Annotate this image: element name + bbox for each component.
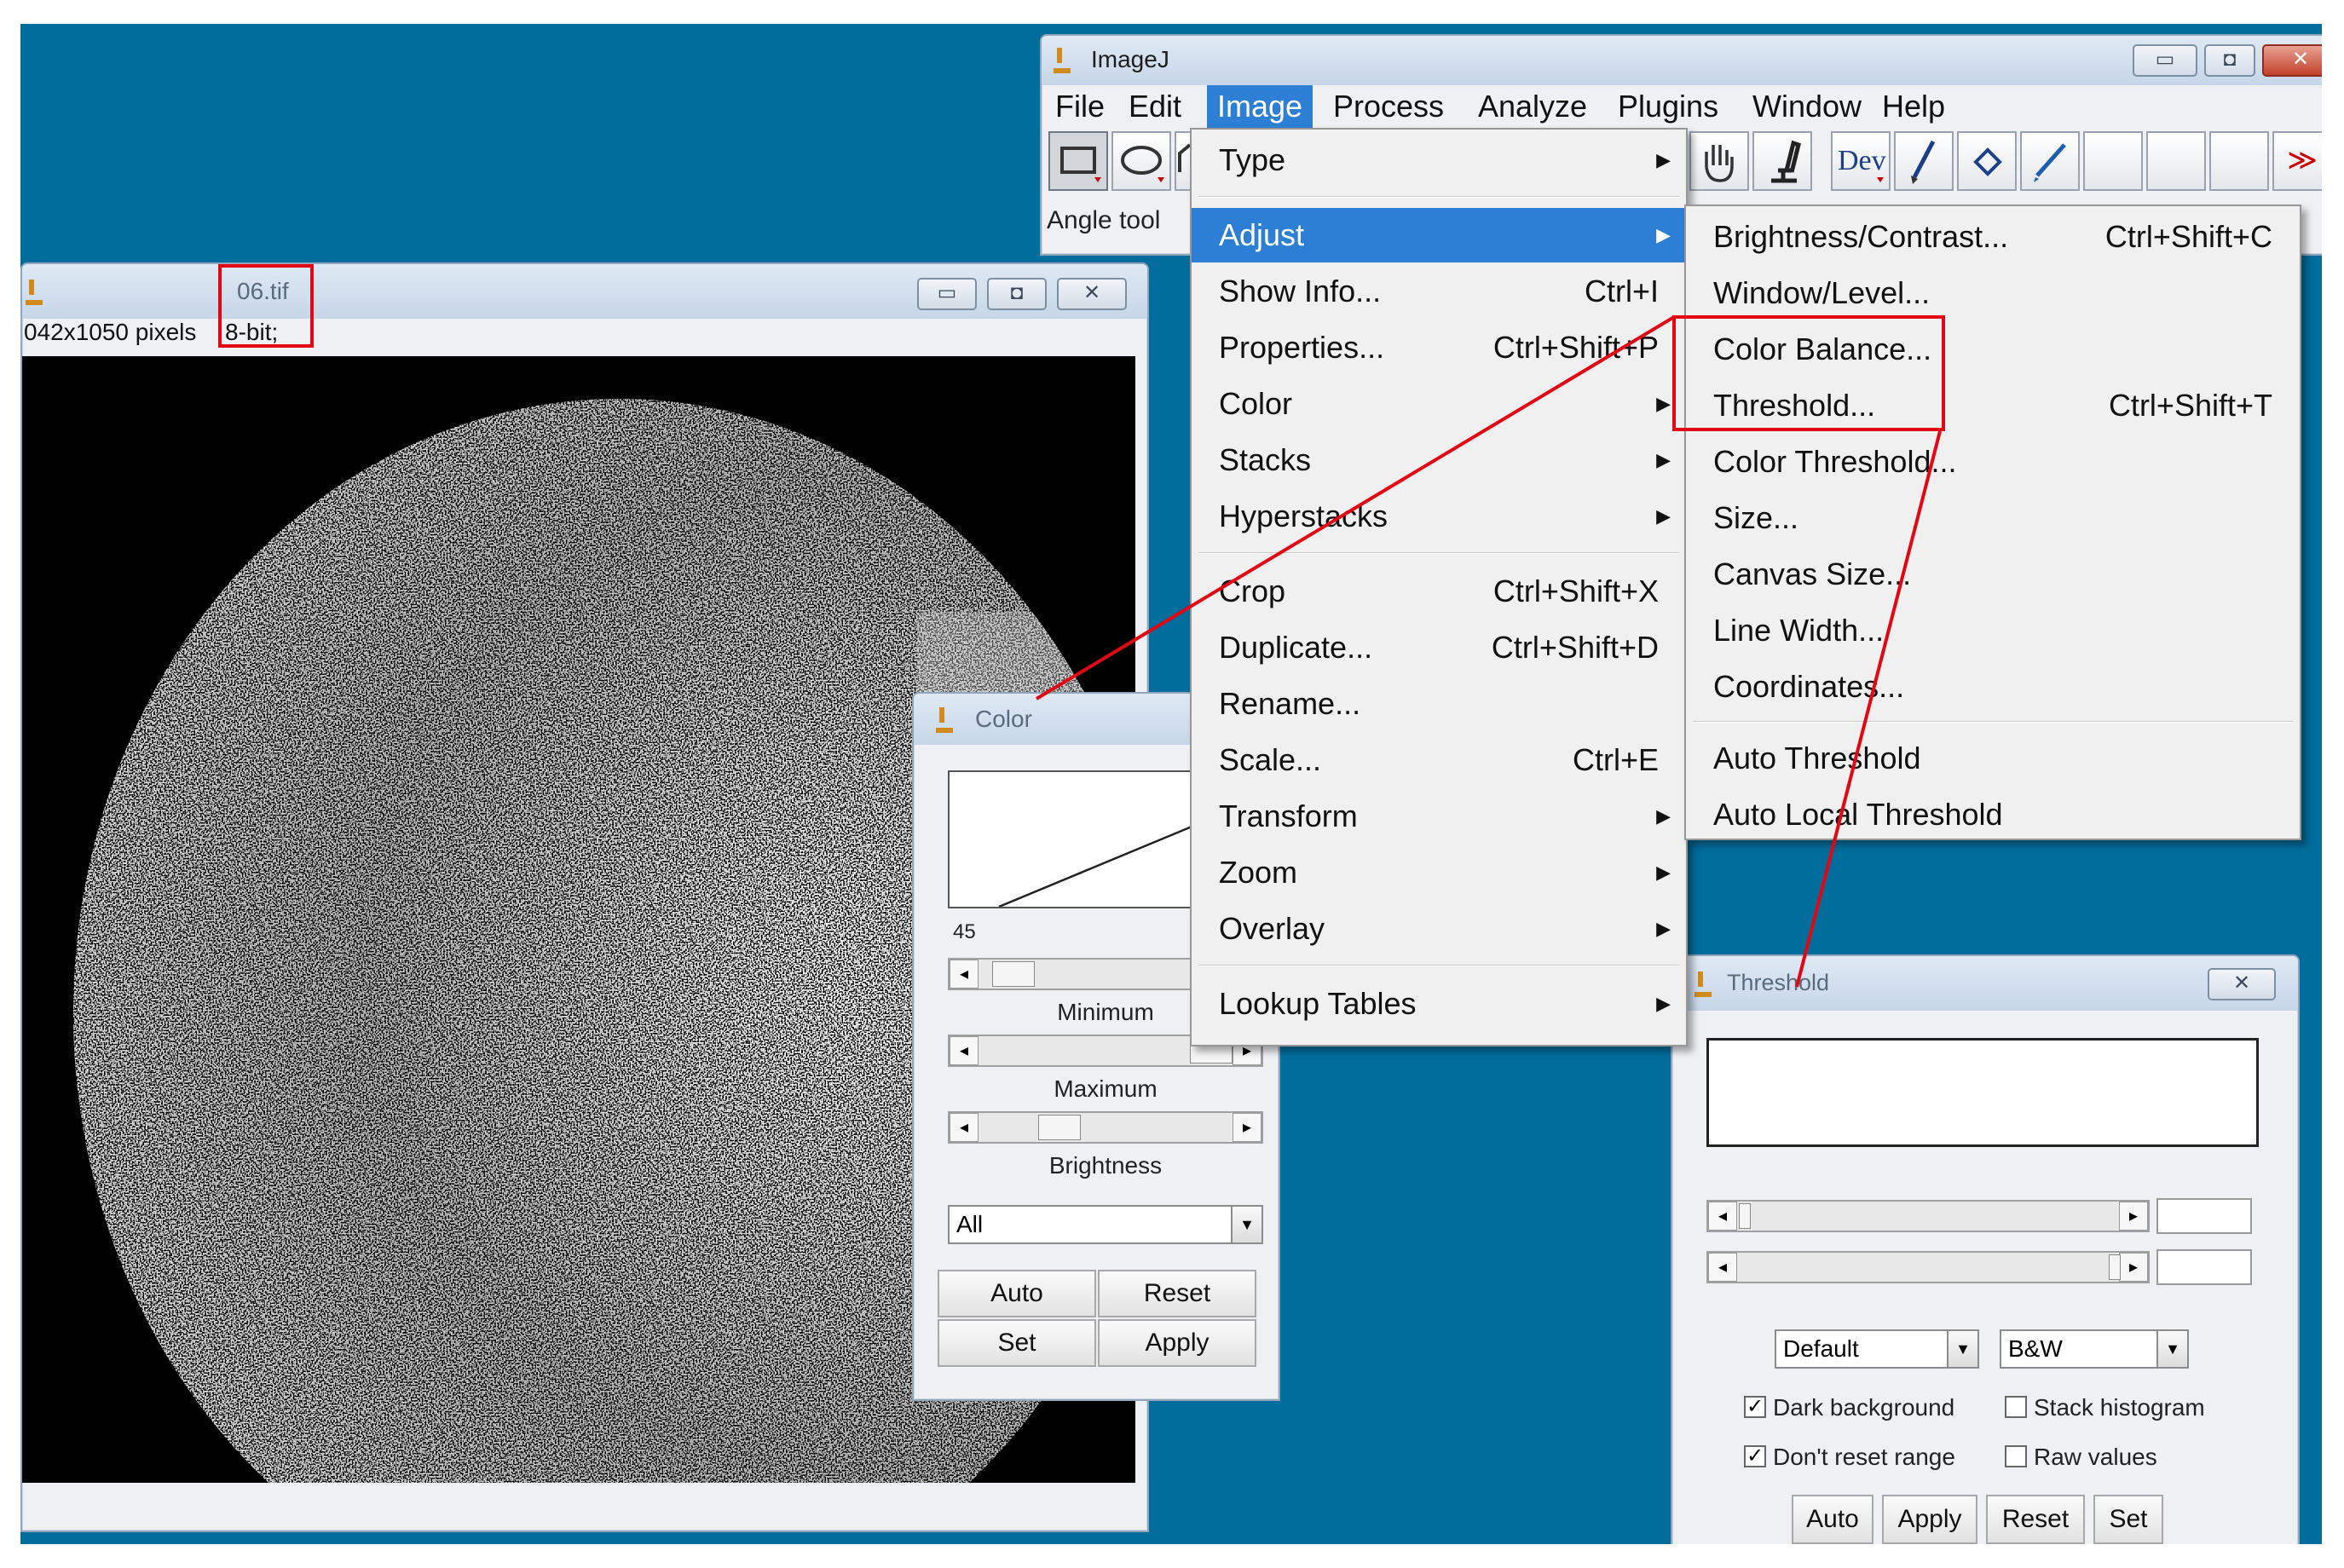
desktop-background: 06.tif ▭ ◘ ✕ 042x1050 pixels 8-bit; Imag… bbox=[20, 24, 2322, 1544]
connector-line-threshold bbox=[1795, 430, 1942, 988]
connector-line-color-balance bbox=[1035, 315, 1676, 700]
annotation-connectors bbox=[1035, 315, 1942, 988]
